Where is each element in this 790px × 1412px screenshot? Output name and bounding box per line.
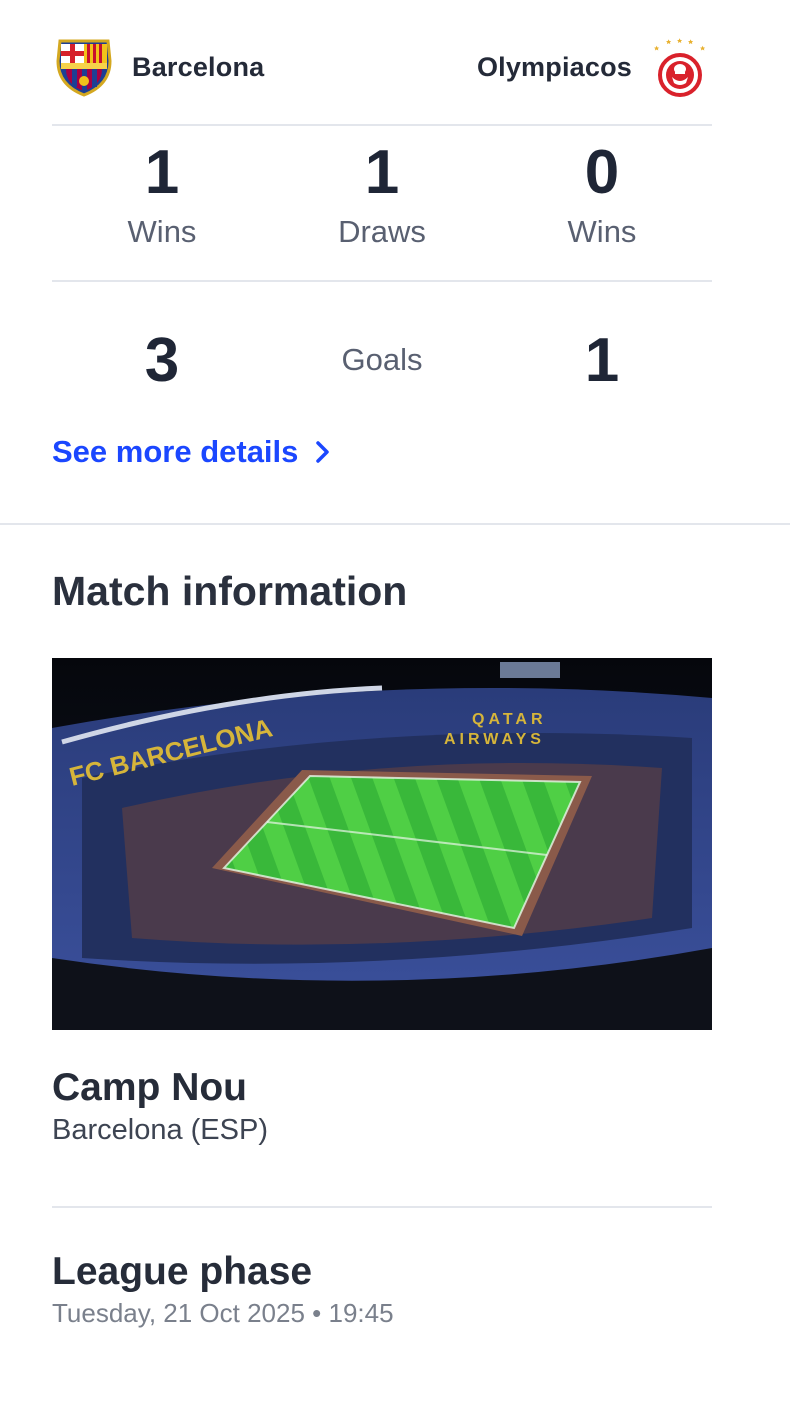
away-team-name: Olympiacos <box>476 51 632 82</box>
away-team[interactable]: Olympiacos <box>477 35 712 99</box>
stadium-image: FC BARCELONA QATAR AIRWAYS <box>52 658 712 1030</box>
draws-stat: 1 Draws <box>272 142 492 250</box>
divider <box>52 1206 712 1208</box>
home-team-name: Barcelona <box>132 51 265 82</box>
section-divider <box>0 523 790 525</box>
chevron-right-icon <box>316 441 330 463</box>
stadium-sign-right-line2: AIRWAYS <box>444 731 545 748</box>
away-wins-value: 0 <box>584 138 620 207</box>
match-date-time: Tuesday, 21 Oct 2025 • 19:45 <box>52 1298 394 1328</box>
divider <box>52 280 712 282</box>
see-more-details-link[interactable]: See more details <box>52 430 332 474</box>
match-preview-page: Barcelona Olympiacos 1 Wins 1 Draws 0 Wi… <box>0 0 790 1412</box>
away-wins-label: Wins <box>567 214 637 249</box>
draws-value: 1 <box>364 138 400 207</box>
goals-label: Goals <box>341 342 423 377</box>
draws-label: Draws <box>338 214 426 249</box>
venue-city: Barcelona (ESP) <box>52 1114 268 1146</box>
barcelona-crest-icon <box>56 39 112 97</box>
home-wins-stat: 1 Wins <box>52 142 272 250</box>
head-to-head-record: 1 Wins 1 Draws 0 Wins <box>52 142 712 250</box>
away-wins-stat: 0 Wins <box>492 142 712 250</box>
home-wins-value: 1 <box>144 138 180 207</box>
home-team[interactable]: Barcelona <box>52 35 264 99</box>
teams-header: Barcelona Olympiacos <box>52 30 712 104</box>
stadium-sign-right-line1: QATAR <box>472 711 547 728</box>
see-more-details-label: See more details <box>52 434 299 469</box>
competition-phase: League phase <box>52 1250 313 1293</box>
venue-name: Camp Nou <box>52 1066 247 1109</box>
home-goals-value: 3 <box>144 325 180 395</box>
olympiacos-crest-icon <box>654 38 706 97</box>
goals-stat: 3 Goals 1 <box>52 320 712 400</box>
divider <box>52 124 712 126</box>
away-goals-value: 1 <box>584 325 620 395</box>
match-information-heading: Match information <box>52 568 408 614</box>
stadium-illustration: FC BARCELONA QATAR AIRWAYS <box>52 658 712 1030</box>
home-wins-label: Wins <box>127 214 197 249</box>
